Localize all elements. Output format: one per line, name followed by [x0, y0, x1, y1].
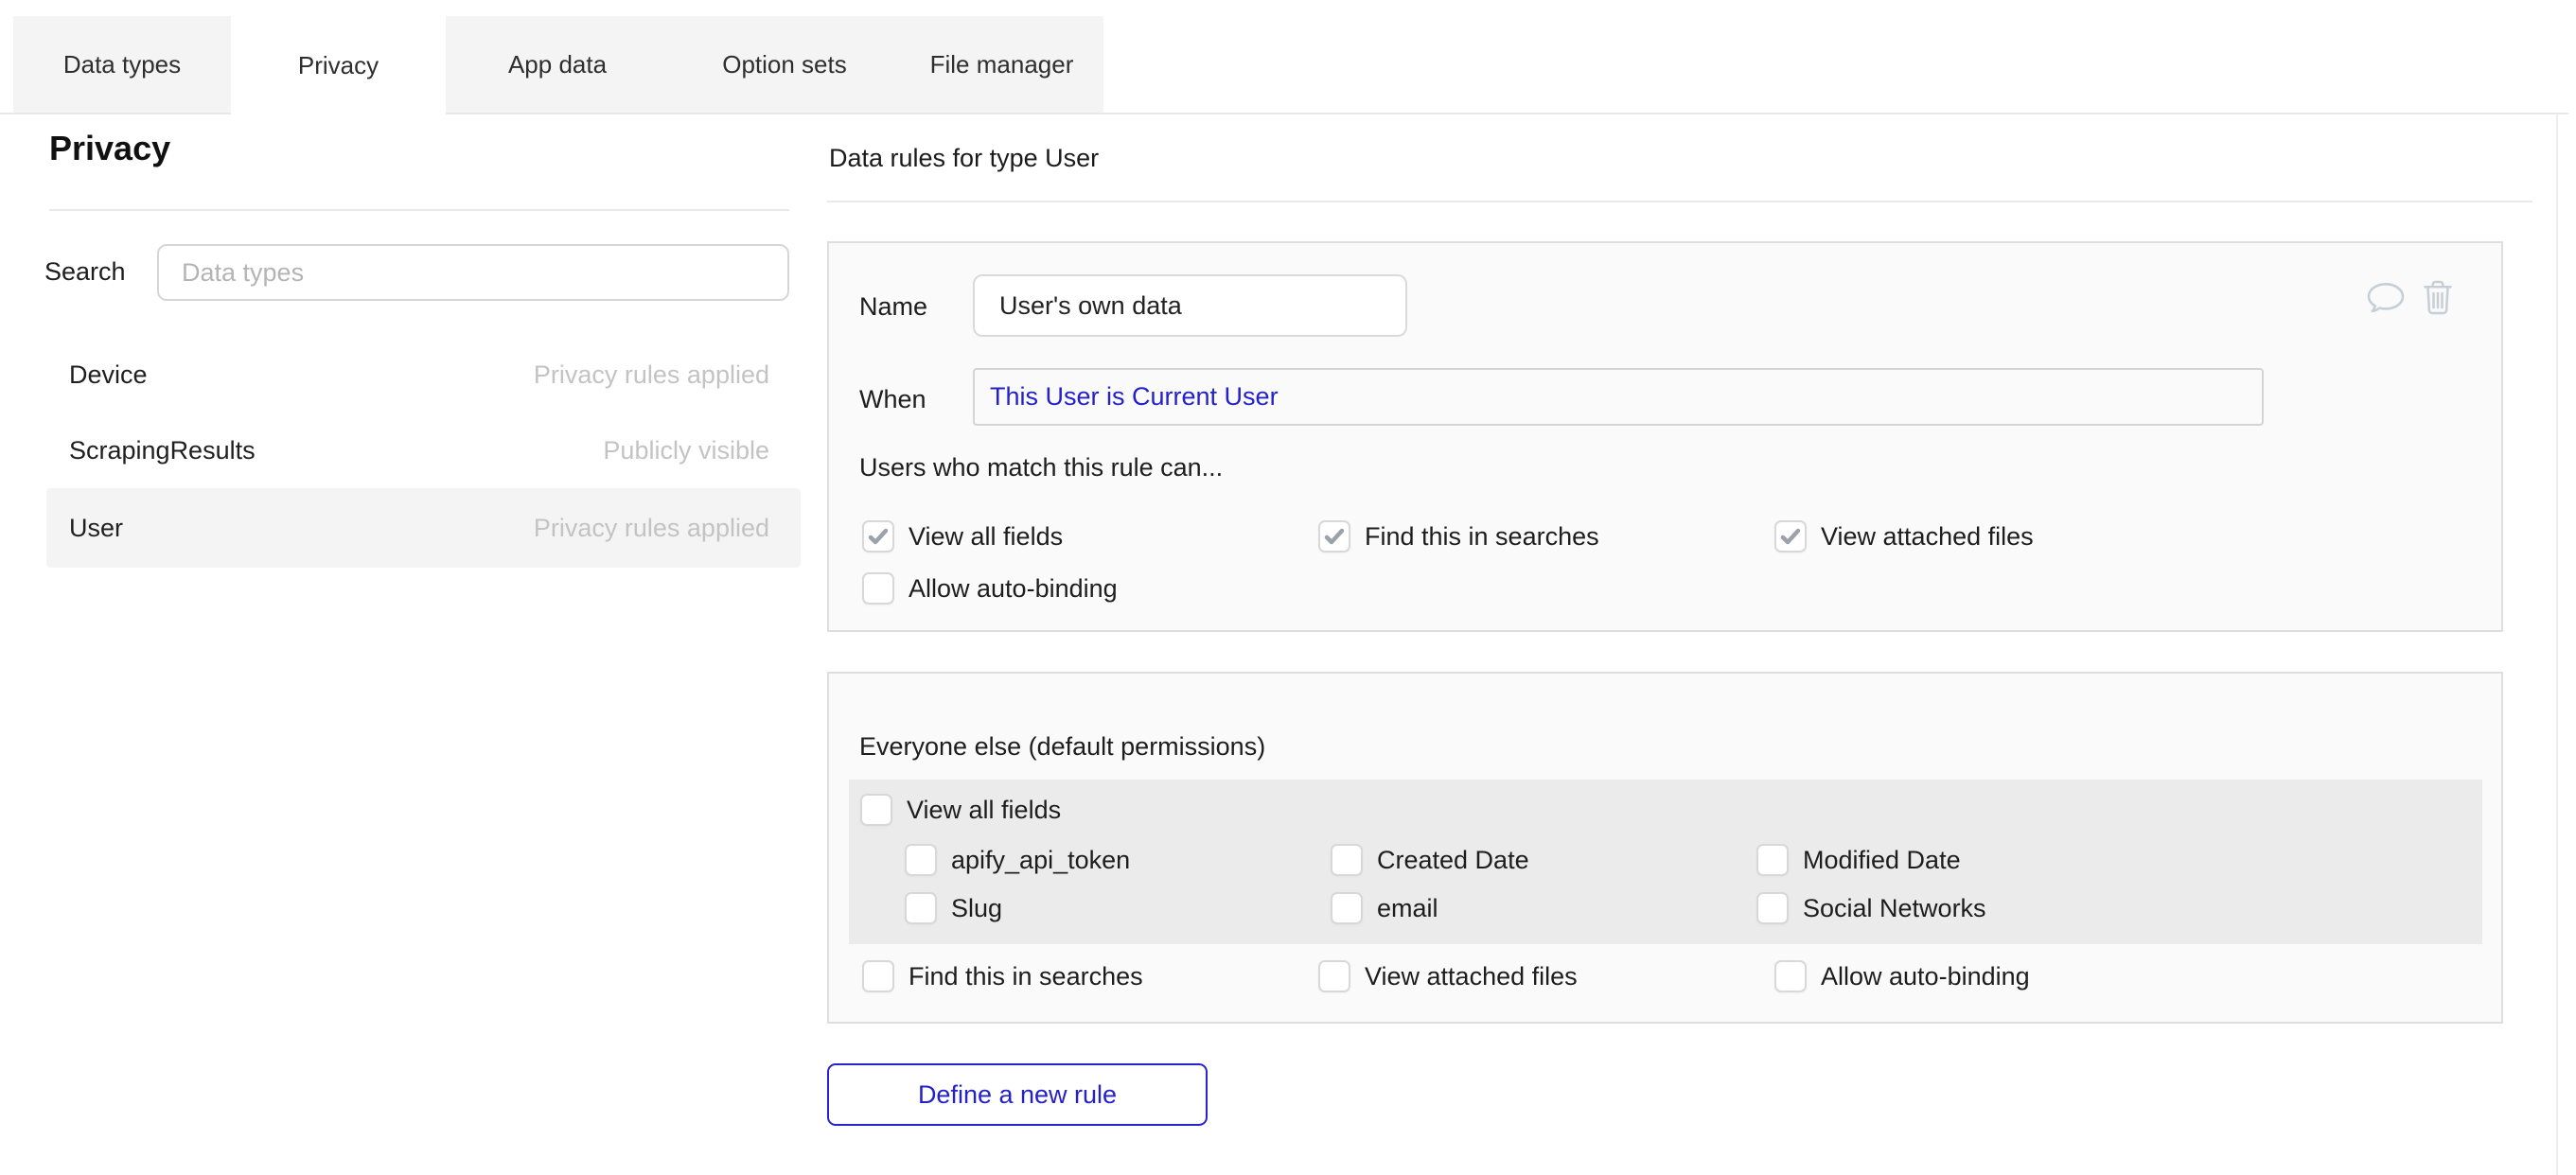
tab-bar: Data types Privacy App data Option sets …: [13, 16, 1103, 115]
tab-data-types[interactable]: Data types: [13, 16, 231, 113]
checkbox-view-all-fields[interactable]: View all fields: [862, 520, 1063, 552]
checkbox-label: apify_api_token: [951, 846, 1130, 875]
default-permissions-card: Everyone else (default permissions) View…: [827, 672, 2503, 1024]
checkbox-box[interactable]: [1774, 960, 1807, 992]
checkbox-find-this-in-searches[interactable]: Find this in searches: [1318, 520, 1599, 552]
checkbox-field-created-date[interactable]: Created Date: [1331, 844, 1529, 876]
checkbox-label: email: [1377, 894, 1438, 923]
data-type-status: Privacy rules applied: [534, 360, 769, 390]
define-new-rule-button[interactable]: Define a new rule: [827, 1063, 1208, 1126]
data-type-row-user[interactable]: User Privacy rules applied: [46, 488, 801, 568]
search-input[interactable]: [157, 244, 789, 301]
checkbox-field-apify-api-token[interactable]: apify_api_token: [905, 844, 1130, 876]
checkbox-view-attached-files-default[interactable]: View attached files: [1318, 960, 1578, 992]
checkbox-label: Slug: [951, 894, 1002, 923]
data-type-status: Publicly visible: [603, 436, 769, 465]
checkbox-label: Modified Date: [1803, 846, 1961, 875]
checkbox-label: Allow auto-binding: [1821, 962, 2030, 991]
data-type-name: Device: [69, 360, 148, 390]
checkbox-label: Social Networks: [1803, 894, 1986, 923]
checkbox-field-social-networks[interactable]: Social Networks: [1756, 892, 1986, 924]
checkbox-field-email[interactable]: email: [1331, 892, 1438, 924]
checkbox-allow-auto-binding[interactable]: Allow auto-binding: [862, 572, 1118, 605]
heading-divider: [827, 201, 2532, 202]
default-permissions-title: Everyone else (default permissions): [859, 732, 1265, 762]
data-rules-heading: Data rules for type User: [829, 144, 1099, 173]
checkbox-box[interactable]: [1318, 960, 1350, 992]
sidebar-divider: [49, 209, 789, 211]
comment-icon[interactable]: [2366, 281, 2406, 315]
when-condition-box[interactable]: This User is Current User: [973, 368, 2264, 426]
permissions-intro: Users who match this rule can...: [859, 453, 1223, 482]
checkbox-label: View all fields: [907, 796, 1061, 825]
tab-file-manager[interactable]: File manager: [900, 16, 1103, 113]
check-icon: [867, 525, 890, 548]
panel-right-border: [2556, 113, 2558, 1175]
checkbox-label: Find this in searches: [1365, 522, 1599, 552]
when-label: When: [859, 385, 926, 414]
checkbox-box[interactable]: [862, 960, 894, 992]
checkbox-box[interactable]: [862, 572, 894, 605]
data-type-row-scrapingresults[interactable]: ScrapingResults Publicly visible: [46, 412, 801, 488]
checkbox-box[interactable]: [905, 892, 937, 924]
privacy-settings-page: Data types Privacy App data Option sets …: [0, 0, 2576, 1175]
privacy-rule-card: Name When This User is Current User Use: [827, 241, 2503, 632]
checkbox-box[interactable]: [1756, 844, 1789, 876]
checkbox-label: View attached files: [1821, 522, 2034, 552]
search-label: Search: [44, 257, 126, 287]
trash-icon[interactable]: [2422, 279, 2454, 316]
tab-app-data[interactable]: App data: [446, 16, 669, 113]
checkbox-label: Find this in searches: [909, 962, 1143, 991]
checkbox-label: View all fields: [909, 522, 1063, 552]
check-icon: [1779, 525, 1802, 548]
checkbox-box[interactable]: [1318, 520, 1350, 552]
checkbox-label: View attached files: [1365, 962, 1578, 991]
tab-privacy[interactable]: Privacy: [231, 16, 446, 115]
check-icon: [1323, 525, 1346, 548]
checkbox-box[interactable]: [1331, 892, 1363, 924]
checkbox-label: Allow auto-binding: [909, 574, 1118, 604]
data-type-row-device[interactable]: Device Privacy rules applied: [46, 337, 801, 412]
checkbox-label: Created Date: [1377, 846, 1529, 875]
data-type-status: Privacy rules applied: [534, 514, 769, 543]
checkbox-box[interactable]: [1756, 892, 1789, 924]
data-type-name: ScrapingResults: [69, 436, 256, 465]
checkbox-view-attached-files[interactable]: View attached files: [1774, 520, 2034, 552]
checkbox-box[interactable]: [862, 520, 894, 552]
when-condition-link[interactable]: This User is Current User: [990, 382, 1279, 412]
data-type-name: User: [69, 514, 123, 543]
checkbox-allow-auto-binding-default[interactable]: Allow auto-binding: [1774, 960, 2030, 992]
rule-name-input[interactable]: [973, 274, 1407, 337]
name-label: Name: [859, 292, 927, 322]
page-title: Privacy: [49, 129, 170, 168]
checkbox-find-this-in-searches-default[interactable]: Find this in searches: [862, 960, 1143, 992]
checkbox-box[interactable]: [1774, 520, 1807, 552]
checkbox-field-slug[interactable]: Slug: [905, 892, 1002, 924]
checkbox-view-all-fields-default[interactable]: View all fields: [860, 794, 1061, 826]
tab-option-sets[interactable]: Option sets: [669, 16, 900, 113]
checkbox-box[interactable]: [1331, 844, 1363, 876]
rule-actions: [2366, 279, 2454, 316]
checkbox-field-modified-date[interactable]: Modified Date: [1756, 844, 1961, 876]
checkbox-box[interactable]: [860, 794, 892, 826]
checkbox-box[interactable]: [905, 844, 937, 876]
